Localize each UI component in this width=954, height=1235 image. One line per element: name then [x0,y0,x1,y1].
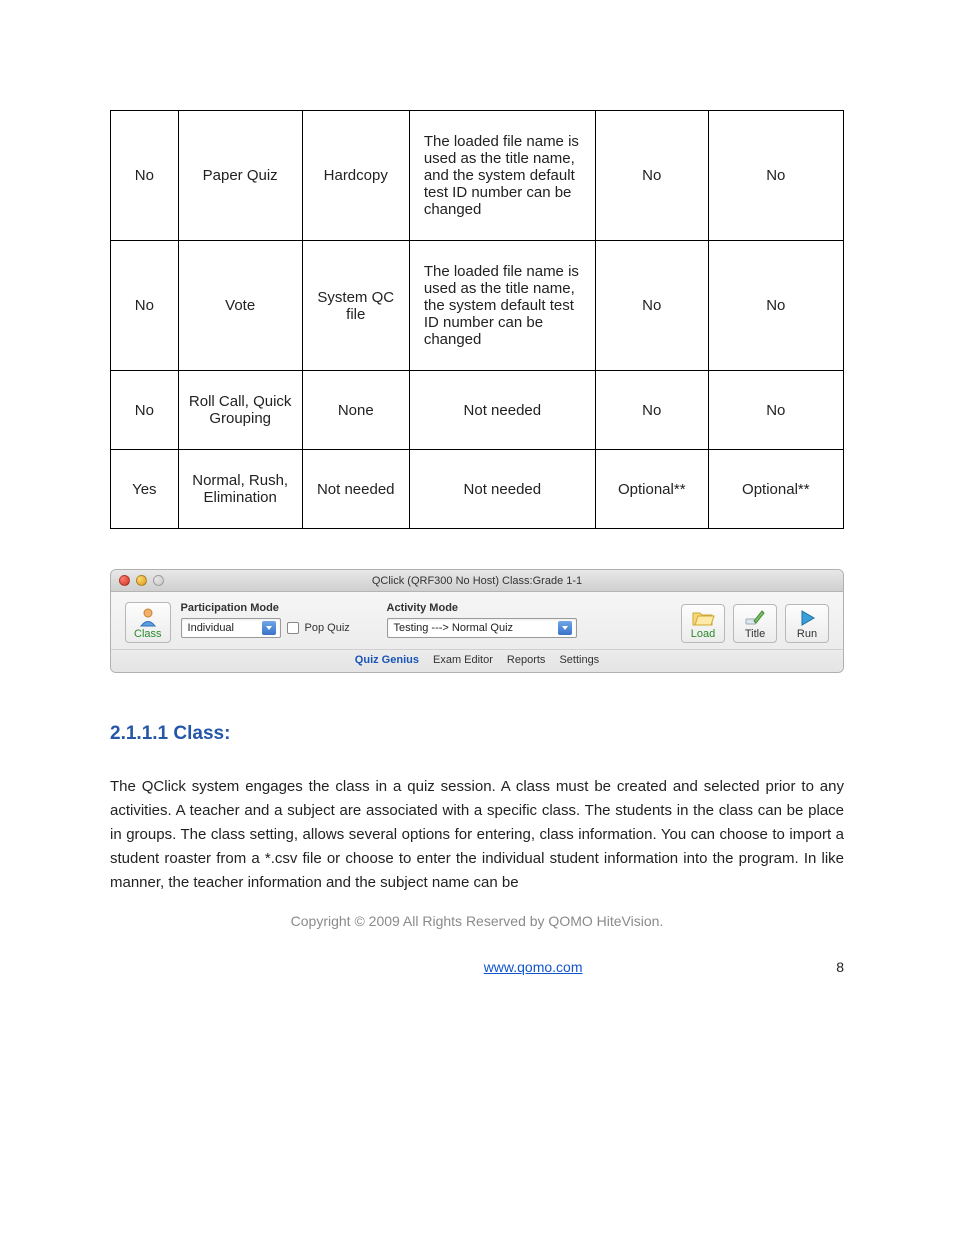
tab-quiz-genius[interactable]: Quiz Genius [355,654,419,666]
app-tabs: Quiz Genius Exam Editor Reports Settings [111,649,843,672]
activity-mode-label: Activity Mode [387,602,671,614]
table-row: No Vote System QC file The loaded file n… [111,241,844,371]
class-icon [137,607,159,627]
section-heading: 2.1.1.1 Class: [110,723,844,745]
cell: System QC file [302,241,409,371]
cell: No [708,111,843,241]
class-button[interactable]: Class [125,602,171,643]
cell: None [302,371,409,450]
page-number: 8 [836,959,844,975]
cell: No [111,111,179,241]
tab-settings[interactable]: Settings [559,654,599,666]
window-titlebar: QClick (QRF300 No Host) Class:Grade 1-1 [111,570,843,592]
cell: Paper Quiz [178,111,302,241]
cell: Yes [111,450,179,529]
cell: No [595,111,708,241]
table-row: Yes Normal, Rush, Elimination Not needed… [111,450,844,529]
cell: Optional** [708,450,843,529]
play-icon [798,609,816,627]
pencil-icon [744,609,766,627]
cell: No [111,371,179,450]
chevron-down-icon [558,621,572,635]
cell: Vote [178,241,302,371]
window-title: QClick (QRF300 No Host) Class:Grade 1-1 [111,575,843,587]
cell: No [708,241,843,371]
popquiz-label: Pop Quiz [305,622,350,634]
app-window: QClick (QRF300 No Host) Class:Grade 1-1 … [110,569,844,673]
activity-dropdown[interactable]: Testing ---> Normal Quiz [387,618,577,638]
folder-open-icon [691,609,715,627]
cell: No [111,241,179,371]
run-button[interactable]: Run [785,604,829,643]
footer-link[interactable]: www.qomo.com [484,959,583,975]
cell: Not needed [302,450,409,529]
participation-mode-label: Participation Mode [181,602,371,614]
cell: Normal, Rush, Elimination [178,450,302,529]
cell: No [595,241,708,371]
cell: No [595,371,708,450]
popquiz-checkbox[interactable] [287,622,299,634]
participation-dropdown[interactable]: Individual [181,618,281,638]
cell: Optional** [595,450,708,529]
title-button-label: Title [745,628,765,640]
title-button[interactable]: Title [733,604,777,643]
activity-value: Testing ---> Normal Quiz [394,622,514,634]
run-button-label: Run [797,628,817,640]
cell: No [708,371,843,450]
load-button-label: Load [691,628,715,640]
cell: Roll Call, Quick Grouping [178,371,302,450]
cell: Not needed [409,371,595,450]
cell: Not needed [409,450,595,529]
load-button[interactable]: Load [681,604,725,643]
copyright-text: Copyright © 2009 All Rights Reserved by … [110,913,844,929]
class-button-label: Class [134,628,162,640]
tab-reports[interactable]: Reports [507,654,546,666]
body-paragraph: The QClick system engages the class in a… [110,775,844,895]
table-row: No Paper Quiz Hardcopy The loaded file n… [111,111,844,241]
mode-table: No Paper Quiz Hardcopy The loaded file n… [110,110,844,529]
tab-exam-editor[interactable]: Exam Editor [433,654,493,666]
cell: The loaded file name is used as the titl… [409,241,595,371]
chevron-down-icon [262,621,276,635]
cell: The loaded file name is used as the titl… [409,111,595,241]
participation-value: Individual [188,622,234,634]
table-row: No Roll Call, Quick Grouping None Not ne… [111,371,844,450]
cell: Hardcopy [302,111,409,241]
